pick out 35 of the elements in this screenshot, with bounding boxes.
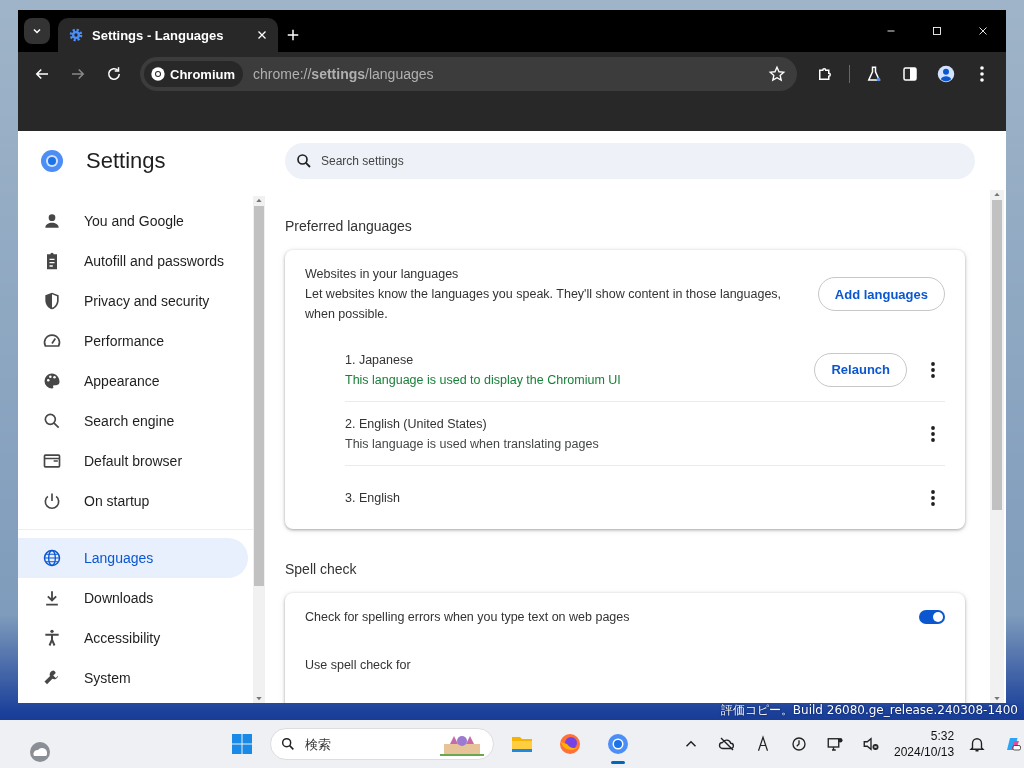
sidebar-item[interactable]: On startup — [18, 481, 248, 521]
browser-tab[interactable]: Settings - Languages — [58, 18, 278, 52]
sidebar-item[interactable]: System — [18, 658, 248, 698]
sidebar-item[interactable]: Appearance — [18, 361, 248, 401]
sidebar-item[interactable]: Languages — [18, 538, 248, 578]
sidebar-item[interactable]: Default browser — [18, 441, 248, 481]
language-name: 1. Japanese — [345, 351, 415, 369]
sidebar-item[interactable]: Autofill and passwords — [18, 241, 248, 281]
sidebar-item[interactable]: Downloads — [18, 578, 248, 618]
search-field[interactable]: Search settings — [285, 142, 975, 179]
settings-title: Settings — [86, 148, 166, 174]
setting-label: Use spell check for — [305, 658, 412, 672]
clock-time: 5:32 — [930, 728, 955, 744]
sidebar-item[interactable]: Privacy and security — [18, 281, 248, 321]
watermark-text: 評価コピー。Build 26080.ge_release.240308-1400 — [720, 702, 1018, 719]
section-heading: Spell check — [285, 561, 358, 577]
section-heading: Preferred languages — [285, 218, 413, 234]
language-note: This language is used when translating pages — [345, 435, 600, 453]
add-languages-button[interactable]: Add languages — [817, 277, 945, 311]
sidebar-item[interactable]: Search engine — [18, 401, 248, 441]
card-title: Websites in your languages — [305, 266, 460, 283]
sidebar-item[interactable]: Performance — [18, 321, 248, 361]
language-name: 3. English — [345, 489, 401, 507]
url-text: chrome://settings/languages — [253, 66, 435, 82]
setting-label: Check for spelling errors when you type text on web pages — [305, 610, 631, 624]
site-chip[interactable]: Chromium — [144, 61, 243, 87]
sidebar-item[interactable]: Accessibility — [18, 618, 248, 658]
language-note: This language is used to display the Chromium UI — [345, 371, 622, 389]
language-name: 2. English (United States) — [345, 415, 488, 433]
card-description: Let websites know the languages you speak. They'll show content in those languages, when possible. — [305, 286, 783, 323]
sidebar-item[interactable]: You and Google — [18, 201, 248, 241]
relaunch-button[interactable]: Relaunch — [814, 352, 907, 387]
taskbar-search-field[interactable]: 検索 — [270, 728, 494, 760]
clock-date: 2024/10/13 — [894, 744, 955, 760]
address-bar[interactable]: Chromium chrome://settings/languages — [140, 57, 797, 91]
